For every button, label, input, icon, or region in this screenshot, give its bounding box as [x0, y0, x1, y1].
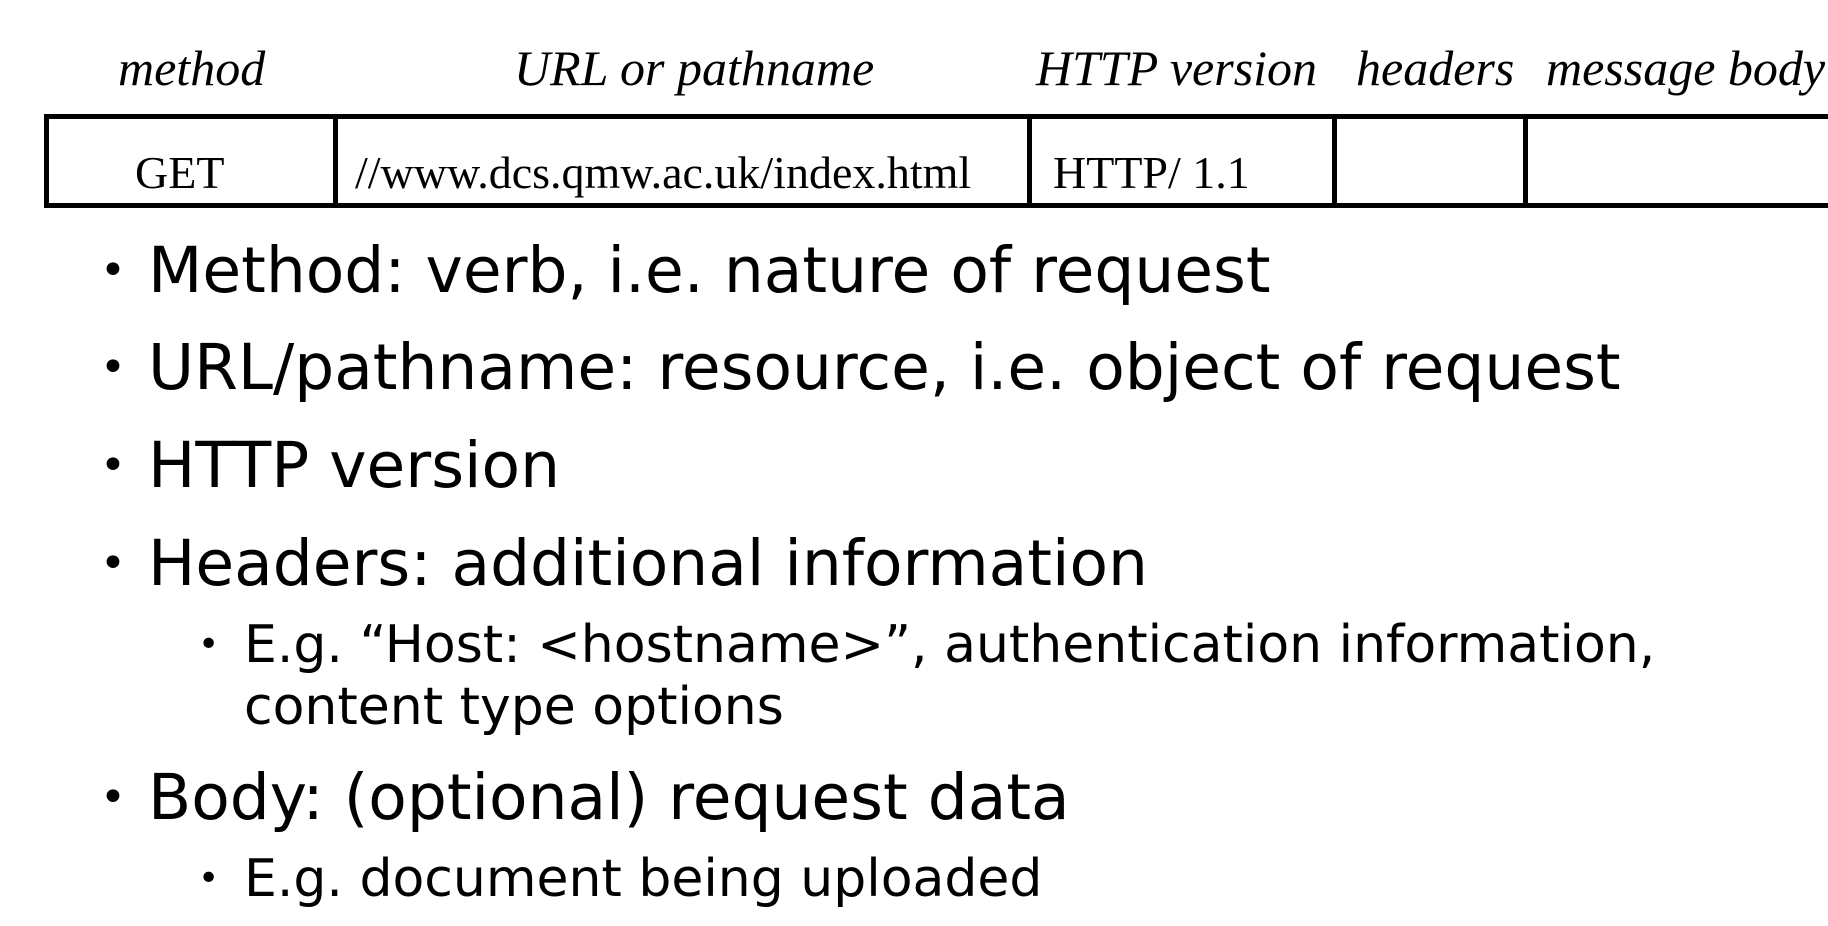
bullet-text: E.g. “Host: <hostname>”, authentication …	[244, 615, 1656, 675]
bullet-text: HTTP version	[148, 429, 560, 502]
bullet-text: URL/pathname: resource, i.e. object of r…	[148, 331, 1621, 404]
cell-http-version: HTTP/ 1.1	[1053, 147, 1250, 198]
bullet-text: E.g. document being uploaded	[244, 849, 1043, 909]
cell-divider	[1027, 114, 1032, 208]
bullet-text: Body: (optional) request data	[148, 761, 1070, 834]
bullet-text: Headers: additional information	[148, 527, 1148, 600]
cell-url: //www.dcs.qmw.ac.uk/index.html	[355, 147, 972, 198]
bullet-dot: •	[100, 538, 126, 589]
bullet-dot: •	[198, 858, 220, 899]
bullet-dot: •	[198, 624, 220, 665]
bullet-dot: •	[100, 245, 126, 296]
header-headers: headers	[1356, 40, 1515, 96]
cell-divider	[1523, 114, 1528, 208]
header-url-or-pathname: URL or pathname	[514, 40, 875, 96]
header-http-version: HTTP version	[1036, 40, 1318, 96]
bullet-text: content type options	[244, 677, 784, 737]
bullet-dot: •	[100, 342, 126, 393]
header-method: method	[118, 40, 266, 96]
request-column-headers: method URL or pathname HTTP version head…	[0, 0, 1828, 110]
bullet-dot: •	[100, 772, 126, 823]
bullet-text: Method: verb, i.e. nature of request	[148, 234, 1271, 307]
cell-divider	[333, 114, 338, 208]
cell-method: GET	[135, 147, 225, 198]
bullet-dot: •	[100, 440, 126, 491]
header-message-body: message body	[1546, 40, 1826, 96]
request-line-table: GET //www.dcs.qmw.ac.uk/index.html HTTP/…	[44, 114, 1828, 208]
cell-divider	[1332, 114, 1337, 208]
